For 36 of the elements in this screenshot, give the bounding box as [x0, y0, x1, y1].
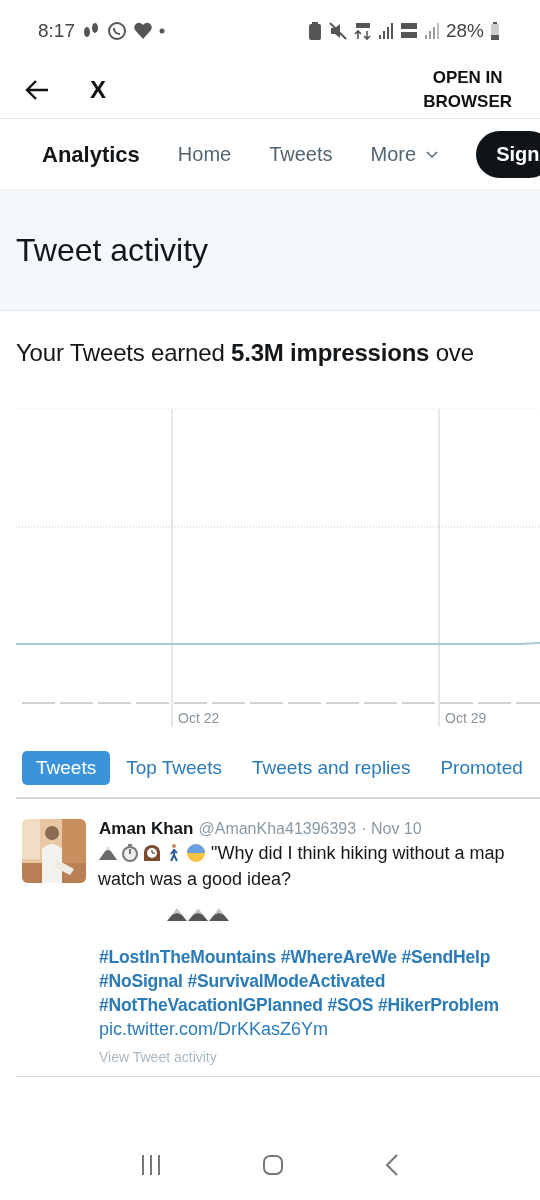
battery-percent: 28% — [445, 20, 484, 42]
nav-link[interactable]: Tweets — [269, 143, 333, 166]
axis-label: Oct 22 — [178, 710, 220, 726]
open-in-browser-button[interactable]: OPEN IN BROWSER — [423, 66, 512, 114]
tweet-text: "Why did I think hiking without a map — [211, 842, 505, 865]
signal-icon — [377, 21, 394, 41]
clock-time: 8:17 — [38, 20, 75, 42]
mantel-clock-icon — [142, 843, 162, 863]
tweet-date: · Nov 10 — [361, 820, 422, 838]
recent-apps-icon[interactable] — [140, 1154, 161, 1176]
page-title: X — [90, 76, 106, 104]
dot-icon — [159, 28, 165, 34]
author-handle: @AmanKha41396393 — [198, 820, 357, 838]
chat-icon — [107, 21, 127, 41]
nav-link[interactable]: Home — [177, 143, 232, 166]
battery-saver-icon — [307, 21, 322, 41]
tweet-text: watch was a good idea? — [98, 869, 292, 889]
chevron-down-icon — [426, 150, 439, 159]
media-link[interactable]: pic.twitter.com/DrKKasZ6Ym — [99, 1017, 329, 1041]
sign-button[interactable]: Sign — [476, 131, 540, 178]
filter-tab[interactable]: Tweets — [22, 751, 111, 785]
section-heading: Tweet activity — [16, 232, 209, 269]
axis-label: Oct 29 — [445, 710, 487, 726]
nav-link[interactable]: More — [370, 143, 439, 166]
mute-icon — [327, 21, 348, 41]
battery-icon — [490, 21, 500, 41]
filter-tab[interactable]: Top Tweets — [112, 751, 236, 785]
heart-icon — [133, 21, 153, 41]
stopwatch-icon — [120, 843, 140, 863]
author-name: Aman Khan — [99, 819, 194, 839]
filter-tab[interactable]: Promoted — [426, 751, 537, 785]
impressions-summary: Your Tweets earned 5.3M impressions ove — [16, 339, 475, 367]
filter-tab[interactable]: Tweets and replies — [237, 751, 425, 785]
home-icon[interactable] — [262, 1154, 284, 1176]
signal-icon — [423, 21, 440, 41]
brand-title: Analytics — [42, 141, 140, 168]
